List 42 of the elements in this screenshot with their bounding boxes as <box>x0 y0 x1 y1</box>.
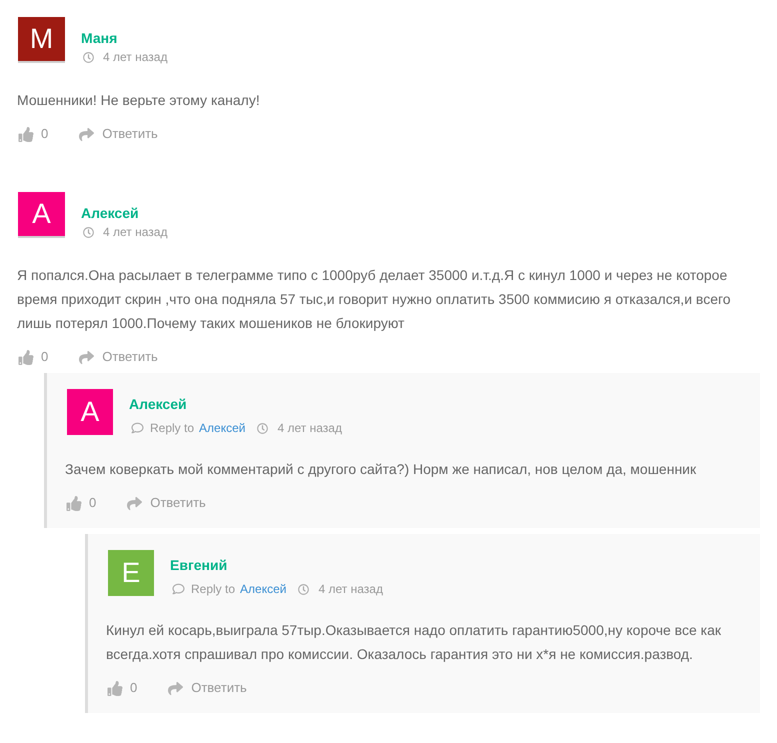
reply-button[interactable]: Ответить <box>78 124 158 144</box>
vote-count: 0 <box>130 679 138 698</box>
thumbs-up-icon[interactable] <box>66 496 82 510</box>
vote-count: 0 <box>89 494 96 512</box>
reply-arrow-icon <box>78 350 96 364</box>
reply-to-link[interactable]: Алексей <box>240 580 286 598</box>
avatar: Е <box>108 550 154 596</box>
clock-icon <box>298 584 310 594</box>
clock-icon <box>257 422 268 434</box>
comment-text: Мошенники! Не верьте этому каналу! <box>17 91 261 110</box>
author-name: Евгений <box>170 556 228 574</box>
author-name: Маня <box>81 29 118 47</box>
reply-to-link[interactable]: Алексей <box>199 419 246 437</box>
comment-text: Зачем коверкать мой комментарий с другого сайта?) Норм же написал, нов целом да, мошенник <box>65 460 698 479</box>
thumbs-up-icon[interactable] <box>107 680 123 696</box>
speech-bubble-icon <box>131 422 144 434</box>
thumbs-up-icon[interactable] <box>18 126 34 142</box>
avatar: А <box>67 389 113 435</box>
reply-button[interactable]: Ответить <box>126 493 206 513</box>
comment-time: 4 лет назад <box>277 420 342 437</box>
thumbs-up-icon[interactable] <box>18 350 34 364</box>
comment-text: Кинул ей косарь,выиграла 57тыр.Оказывается надо оплатить гарантию5000,ну короче все как всегда.хотя спрашивал про комиссии. Оказалось гарантия это ни х*я не комиссия.развод. <box>106 621 722 664</box>
reply-arrow-icon <box>78 126 96 142</box>
reply-arrow-icon <box>167 680 184 696</box>
reply-button[interactable]: Ответить <box>78 347 158 367</box>
comment-text: Я попался.Она расылает в телеграмме типо с 1000руб делает 35000 и.т.д.Я с кинул 1000 и через не которое время приходит скрин ,что она подняла 57 тыс,и говорит нужно оплатить 3500 коммисию я отказался,и всего лишь потерял 1000.Почему таких мошеников не блокируют <box>17 266 732 333</box>
reply-arrow-icon <box>126 496 144 510</box>
author-name: Алексей <box>81 204 140 222</box>
comment-time: 4 лет назад <box>103 224 168 241</box>
comment-time: 4 лет назад <box>103 49 168 66</box>
clock-icon <box>83 52 94 62</box>
reply-to-label: Reply to <box>191 581 236 598</box>
avatar: А <box>18 192 65 238</box>
author-name: Алексей <box>129 395 188 413</box>
reply-to-label: Reply to <box>150 420 194 437</box>
reply-button[interactable]: Ответить <box>167 678 247 698</box>
avatar: М <box>18 17 65 63</box>
vote-count: 0 <box>41 348 48 366</box>
vote-count: 0 <box>41 125 48 144</box>
comment-time: 4 лет назад <box>318 581 383 598</box>
clock-icon <box>83 226 94 238</box>
speech-bubble-icon <box>172 583 185 595</box>
